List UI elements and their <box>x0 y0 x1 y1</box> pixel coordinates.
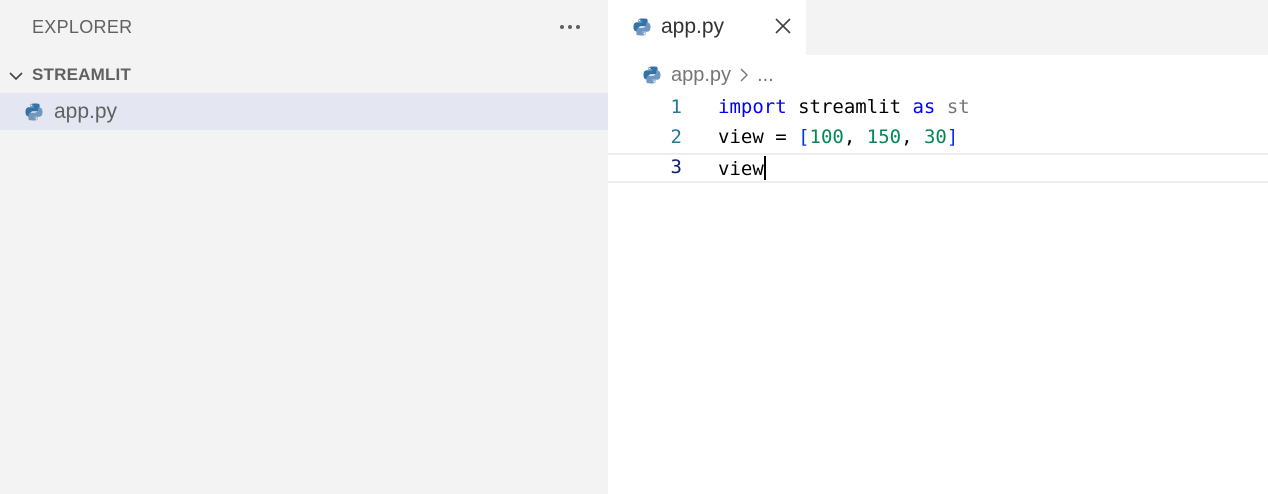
keyword-token: import <box>718 96 787 118</box>
alias-token: st <box>935 96 970 118</box>
line-number: 3 <box>670 156 682 178</box>
file-item-app-py[interactable]: app.py <box>0 93 608 130</box>
identifier-token: view <box>718 158 764 180</box>
line-number: 2 <box>670 126 682 148</box>
code-line-current[interactable]: 3 view <box>608 153 1268 183</box>
identifier-token: streamlit <box>786 96 913 118</box>
tab-app-py[interactable]: app.py <box>608 0 806 56</box>
line-content[interactable]: view = [100, 150, 30] <box>718 126 958 148</box>
line-content[interactable]: import streamlit as st <box>718 96 970 118</box>
breadcrumb: app.py ... <box>642 62 774 88</box>
breadcrumb-more[interactable]: ... <box>757 64 774 87</box>
vscode-window: EXPLORER STREAMLIT app.py app.py app.py … <box>0 0 1268 494</box>
bracket-token: ] <box>946 126 959 148</box>
line-number: 1 <box>670 96 682 118</box>
folder-name: STREAMLIT <box>32 65 132 84</box>
explorer-sidebar: EXPLORER STREAMLIT app.py <box>0 0 608 494</box>
code-line[interactable]: 1 import streamlit as st <box>608 93 1268 123</box>
number-token: 30 <box>923 126 947 148</box>
more-dot-icon <box>568 25 572 29</box>
tab-bar: app.py <box>608 0 1268 56</box>
more-dot-icon <box>560 25 564 29</box>
text-cursor <box>763 156 766 180</box>
punctuation-token: , <box>901 126 924 148</box>
number-token: 100 <box>809 126 844 148</box>
folder-section-header[interactable]: STREAMLIT <box>0 58 608 92</box>
explorer-title: EXPLORER <box>32 17 133 37</box>
chevron-down-icon <box>9 72 23 81</box>
chevron-right-icon <box>740 68 749 82</box>
code-editor[interactable]: 1 import streamlit as st 2 view = [100, … <box>608 93 1268 183</box>
more-dot-icon <box>576 25 580 29</box>
python-file-icon <box>643 66 661 84</box>
explorer-header: EXPLORER <box>0 0 608 55</box>
close-icon[interactable] <box>774 17 792 35</box>
keyword-token: as <box>912 96 936 118</box>
editor-group: app.py app.py ... 1 import streamlit as … <box>608 0 1268 494</box>
bracket-token: [ <box>798 126 810 148</box>
more-actions-button[interactable] <box>554 12 586 42</box>
python-file-icon <box>25 103 43 121</box>
punctuation-token: , <box>843 126 867 148</box>
identifier-token: view = <box>718 126 799 148</box>
file-name: app.py <box>54 100 118 123</box>
code-line[interactable]: 2 view = [100, 150, 30] <box>608 123 1268 153</box>
number-token: 150 <box>866 126 902 148</box>
breadcrumb-file[interactable]: app.py <box>671 64 731 87</box>
python-file-icon <box>633 18 651 36</box>
line-content[interactable]: view <box>718 156 766 180</box>
tab-label: app.py <box>661 15 725 38</box>
